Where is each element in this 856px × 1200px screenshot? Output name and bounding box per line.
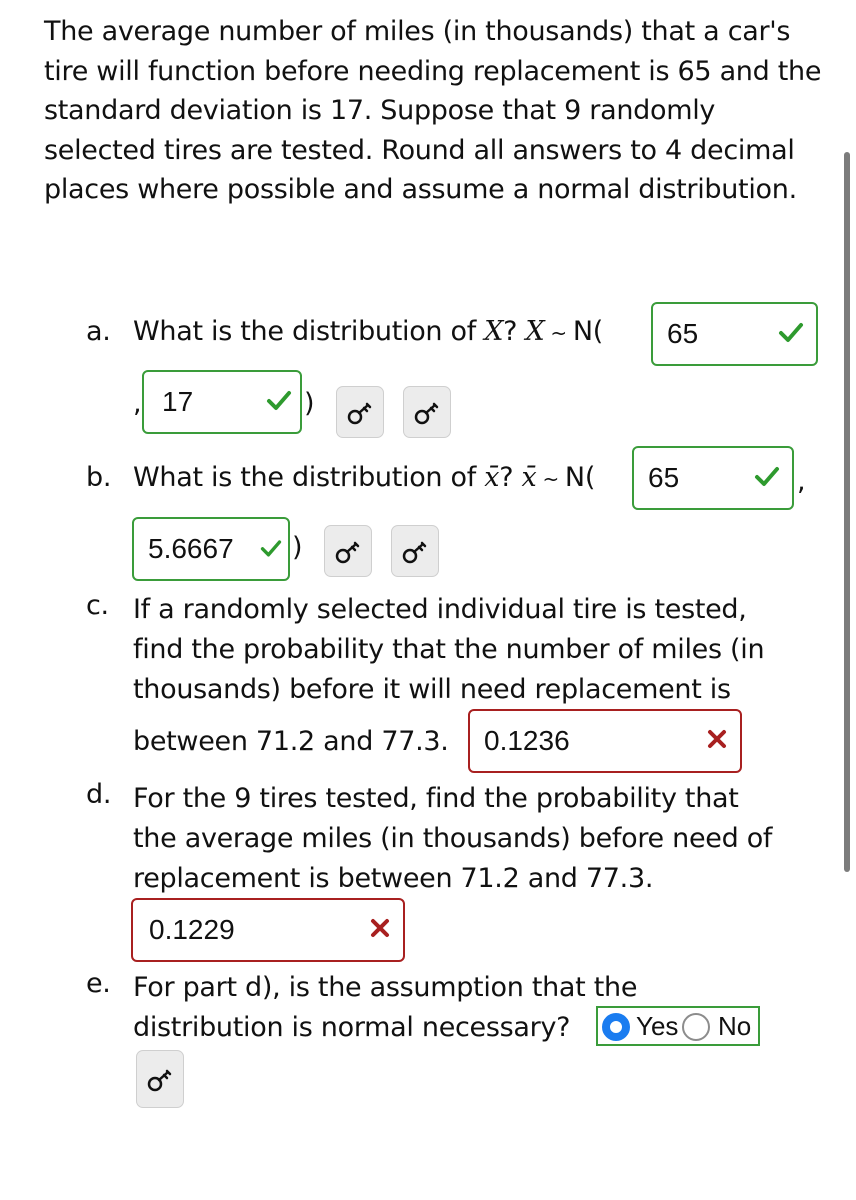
part-a-tilde: ~ xyxy=(550,321,567,345)
part-b-mean-input[interactable]: 65 xyxy=(632,446,794,510)
problem-statement: The average number of miles (in thousand… xyxy=(44,16,822,205)
part-b-help-button-1[interactable] xyxy=(324,525,372,577)
key-icon xyxy=(147,1069,172,1092)
part-a-close-paren: ) xyxy=(304,388,315,419)
checkmark-icon xyxy=(754,462,780,494)
part-d-line: replacement is between 71.2 and 77.3. xyxy=(133,863,654,894)
part-c-answer-input[interactable]: 0.1236 xyxy=(468,709,742,773)
part-a-text: What is the distribution of xyxy=(133,316,476,347)
x-mark-icon xyxy=(706,725,728,757)
part-b-close-paren: ) xyxy=(292,532,303,563)
scrollbar[interactable] xyxy=(844,152,850,872)
radio-yes[interactable] xyxy=(602,1013,630,1041)
part-e-radio-group: Yes No xyxy=(596,1006,760,1046)
part-a-question: What is the distribution of X? X ~ N( xyxy=(133,316,603,347)
part-e-question: For part d), is the assumption that the … xyxy=(133,968,637,1048)
part-b-sd-input[interactable]: 5.6667 xyxy=(132,517,290,581)
part-c-line: between 71.2 and 77.3. xyxy=(133,726,449,757)
part-b-sd-value: 5.6667 xyxy=(148,533,234,564)
part-d-marker: d. xyxy=(86,779,112,810)
part-b-dist: N( xyxy=(564,462,596,493)
part-c-answer-value: 0.1236 xyxy=(484,725,570,756)
part-b-comma: , xyxy=(797,466,806,497)
part-a-help-button-1[interactable] xyxy=(336,386,384,438)
part-c-marker: c. xyxy=(86,590,109,621)
part-e-help-button[interactable] xyxy=(136,1050,184,1108)
radio-no[interactable] xyxy=(682,1013,710,1041)
x-mark-icon xyxy=(369,914,391,946)
part-b-variable-2: x̄ xyxy=(521,462,537,493)
part-e-line: For part d), is the assumption that the xyxy=(133,972,638,1003)
part-c-line: If a randomly selected individual tire i… xyxy=(133,594,747,625)
part-d-answer-input[interactable]: 0.1229 xyxy=(131,898,405,962)
part-c-line: thousands) before it will need replaceme… xyxy=(133,674,731,705)
part-c-question: If a randomly selected individual tire i… xyxy=(133,590,765,710)
part-b-tilde: ~ xyxy=(542,467,559,491)
checkmark-icon xyxy=(266,386,292,418)
part-a-variable-2: X xyxy=(525,316,545,347)
part-d-question: For the 9 tires tested, find the probabi… xyxy=(133,779,772,899)
part-a-sd-input[interactable]: 17 xyxy=(142,370,302,434)
part-d-line: For the 9 tires tested, find the probabi… xyxy=(133,783,739,814)
part-d-line: the average miles (in thousands) before … xyxy=(133,823,773,854)
key-icon xyxy=(402,541,427,564)
checkmark-icon xyxy=(778,318,804,350)
part-b-variable: x̄ xyxy=(484,462,500,493)
key-icon xyxy=(347,402,372,425)
part-a-dist: N( xyxy=(572,316,604,347)
part-c-line: find the probability that the number of … xyxy=(133,634,765,665)
part-b-marker: b. xyxy=(86,462,112,493)
part-a-question-mark: ? xyxy=(503,316,518,347)
part-b-question-mark: ? xyxy=(499,462,514,493)
key-icon xyxy=(335,541,360,564)
part-e-line: distribution is normal necessary? xyxy=(133,1012,571,1043)
part-a-comma: , xyxy=(133,388,142,419)
part-b-help-button-2[interactable] xyxy=(391,525,439,577)
part-a-sd-value: 17 xyxy=(162,386,194,417)
part-b-question: What is the distribution of x̄? x̄ ~ N( xyxy=(133,462,595,493)
key-icon xyxy=(414,402,439,425)
part-a-mean-input[interactable]: 65 xyxy=(651,302,818,366)
part-d-answer-value: 0.1229 xyxy=(149,914,235,945)
part-a-mean-value: 65 xyxy=(667,318,699,349)
part-a-variable: X xyxy=(484,316,504,347)
radio-yes-label[interactable]: Yes xyxy=(636,1011,678,1042)
part-b-mean-value: 65 xyxy=(648,462,680,493)
part-b-text: What is the distribution of xyxy=(133,462,476,493)
part-e-marker: e. xyxy=(86,968,111,999)
radio-no-label[interactable]: No xyxy=(718,1011,751,1042)
part-a-help-button-2[interactable] xyxy=(403,386,451,438)
checkmark-icon xyxy=(260,533,282,565)
part-a-marker: a. xyxy=(86,316,111,347)
